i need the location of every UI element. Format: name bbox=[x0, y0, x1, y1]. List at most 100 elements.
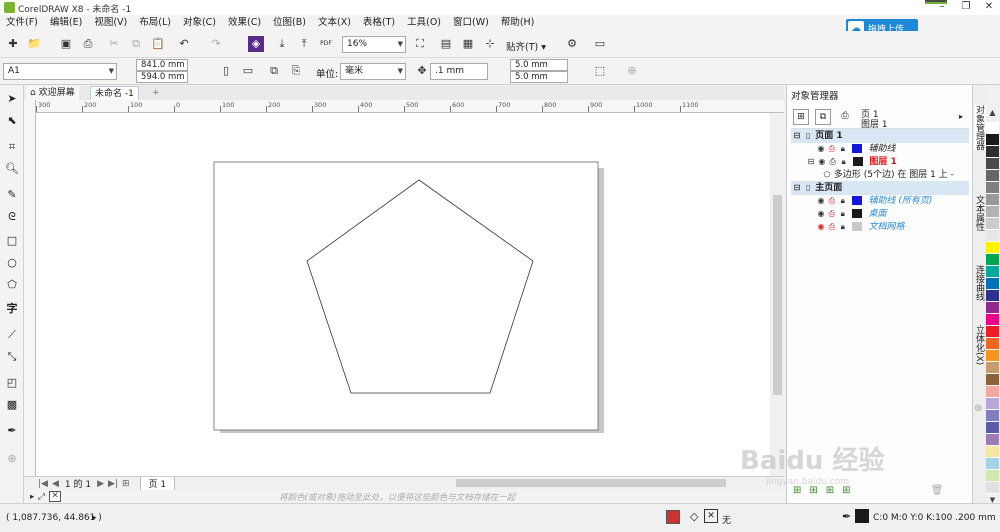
layer-color-swatch[interactable] bbox=[852, 157, 863, 166]
printer-icon[interactable]: ⎙ bbox=[829, 156, 837, 168]
minimize-button[interactable]: – bbox=[931, 0, 953, 15]
lock-icon[interactable]: 🔒︎ bbox=[839, 143, 847, 155]
eyedropper-icon[interactable]: ✒ bbox=[4, 423, 20, 439]
menu-table[interactable]: 表格(T) bbox=[357, 15, 401, 31]
drawing-canvas[interactable] bbox=[36, 113, 770, 476]
status-more-arrow-icon[interactable]: ▸ bbox=[92, 513, 97, 523]
undo-icon[interactable]: ↶ bbox=[176, 36, 192, 52]
polygon-tool-icon[interactable]: ⬠ bbox=[4, 277, 20, 293]
zoom-tool-icon[interactable]: 🔍︎ bbox=[4, 161, 20, 177]
palette-color-swatch[interactable] bbox=[986, 182, 999, 194]
layer-manager-view-icon[interactable]: ⎙ bbox=[837, 109, 853, 125]
rectangle-tool-icon[interactable]: □ bbox=[4, 233, 20, 249]
pick-tool-icon[interactable]: ➤ bbox=[4, 91, 20, 107]
collapse-icon[interactable]: ⊟ bbox=[793, 182, 801, 194]
new-document-icon[interactable]: ✚ bbox=[5, 36, 21, 52]
palette-color-swatch[interactable] bbox=[986, 410, 999, 422]
printer-icon[interactable]: ⎙ bbox=[828, 221, 836, 233]
full-screen-icon[interactable]: ⛶ bbox=[412, 36, 428, 52]
artistic-media-icon[interactable]: ᘓ bbox=[4, 209, 20, 225]
print-icon[interactable]: ⎙ bbox=[80, 36, 96, 52]
portrait-icon[interactable]: ▯ bbox=[218, 63, 234, 79]
edit-across-layers-icon[interactable]: ⧉ bbox=[815, 109, 831, 125]
tab-document[interactable]: 未命名 -1 bbox=[90, 86, 139, 100]
palette-color-swatch[interactable] bbox=[986, 386, 999, 398]
palette-color-swatch[interactable] bbox=[986, 218, 999, 230]
menu-view[interactable]: 视图(V) bbox=[88, 15, 133, 31]
zoom-level-field[interactable]: 16% ▼ bbox=[342, 36, 406, 53]
horizontal-scroll-thumb[interactable] bbox=[456, 479, 726, 487]
palette-color-swatch[interactable] bbox=[986, 350, 999, 362]
palette-color-swatch[interactable] bbox=[986, 170, 999, 182]
palette-color-swatch[interactable] bbox=[986, 434, 999, 446]
vertical-scrollbar[interactable] bbox=[770, 113, 784, 476]
duplicate-x-field[interactable]: 5.0 mm bbox=[510, 59, 568, 71]
sidetab-connector[interactable]: 连接曲线 bbox=[974, 265, 986, 301]
add-page-icon[interactable]: ⊞ bbox=[122, 479, 130, 489]
nudge-distance-field[interactable]: .1 mm bbox=[430, 63, 488, 80]
text-tool-icon[interactable]: 字 bbox=[4, 301, 20, 317]
current-page-icon[interactable]: ⎘ bbox=[288, 63, 304, 79]
tree-polygon-object[interactable]: ⬠ 多边形 (5个边) 在 图层 1 上 - bbox=[823, 169, 954, 181]
connector-tool-icon[interactable]: ⤡ bbox=[4, 349, 20, 365]
export-icon[interactable]: ⤒ bbox=[296, 36, 312, 52]
menu-edit[interactable]: 编辑(E) bbox=[44, 15, 88, 31]
palette-color-swatch[interactable] bbox=[986, 482, 999, 494]
eye-icon[interactable]: ◉ bbox=[818, 156, 826, 168]
show-rulers-icon[interactable]: ▤ bbox=[438, 36, 454, 52]
lock-icon[interactable]: 🔒︎ bbox=[839, 221, 847, 233]
palette-color-swatch[interactable] bbox=[986, 134, 999, 146]
publish-pdf-icon[interactable]: PDF bbox=[318, 36, 334, 52]
cut-icon[interactable]: ✂ bbox=[106, 36, 122, 52]
palette-color-swatch[interactable] bbox=[986, 158, 999, 170]
palette-color-swatch[interactable] bbox=[986, 362, 999, 374]
layer-color-swatch[interactable] bbox=[851, 209, 862, 218]
landscape-icon[interactable]: ▭ bbox=[240, 63, 256, 79]
palette-color-swatch[interactable] bbox=[986, 314, 999, 326]
menu-effects[interactable]: 效果(C) bbox=[222, 15, 267, 31]
add-tool-icon[interactable]: ⊕ bbox=[4, 451, 20, 467]
palette-color-swatch[interactable] bbox=[986, 206, 999, 218]
redo-icon[interactable]: ↷ bbox=[208, 36, 224, 52]
sidetab-extrude[interactable]: 立体化(X) bbox=[974, 325, 986, 365]
show-properties-icon[interactable]: ⊞ bbox=[793, 109, 809, 125]
menu-layout[interactable]: 布局(L) bbox=[133, 15, 177, 31]
layer-color-swatch[interactable] bbox=[851, 196, 862, 205]
import-icon[interactable]: ⤓ bbox=[274, 36, 290, 52]
paste-icon[interactable]: 📋 bbox=[150, 36, 166, 52]
page-next-icon[interactable]: ▶ bbox=[97, 479, 104, 489]
palette-color-swatch[interactable] bbox=[986, 266, 999, 278]
all-pages-icon[interactable]: ⧉ bbox=[266, 63, 282, 79]
page-prev-icon[interactable]: ◀ bbox=[52, 479, 59, 489]
tree-document-grid[interactable]: ◉ ⎙ 🔒︎ 文档网格 bbox=[817, 221, 905, 233]
crop-tool-icon[interactable]: ⌗ bbox=[4, 139, 20, 155]
eye-icon[interactable]: ◉ bbox=[817, 143, 825, 155]
tree-master-guides[interactable]: ◉ ⎙ 🔒︎ 辅助线 (所有页) bbox=[817, 195, 932, 207]
page-tab[interactable]: 页 1 bbox=[139, 476, 176, 491]
tab-welcome[interactable]: ⌂ 欢迎屏幕 bbox=[26, 86, 79, 100]
eye-icon[interactable]: ◉ bbox=[817, 221, 825, 233]
add-tab-button[interactable]: + bbox=[148, 86, 164, 100]
tree-layer-1[interactable]: ⊟ ◉ ⎙ 🔒︎ 图层 1 bbox=[807, 156, 897, 168]
no-fill-swatch[interactable]: ✕ bbox=[49, 491, 62, 502]
tree-desktop-layer[interactable]: ◉ ⎙ 🔒︎ 桌面 bbox=[817, 208, 887, 220]
layer-color-swatch[interactable] bbox=[851, 222, 862, 231]
menu-text[interactable]: 文本(X) bbox=[312, 15, 357, 31]
docker-menu-arrow-icon[interactable]: ▸ bbox=[959, 112, 963, 121]
drop-shadow-icon[interactable]: ◰ bbox=[4, 375, 20, 391]
add-property-icon[interactable]: ⊕ bbox=[624, 63, 640, 79]
search-content-icon[interactable]: ◈ bbox=[248, 36, 264, 52]
page-width-field[interactable]: 841.0 mm bbox=[136, 59, 188, 71]
palette-color-swatch[interactable] bbox=[986, 458, 999, 470]
tree-page-1[interactable]: ⊟ ▯ 页面 1 bbox=[793, 130, 843, 142]
treat-as-filled-icon[interactable]: ⬚ bbox=[592, 63, 608, 79]
tree-guides-layer[interactable]: ◉ ⎙ 🔒︎ 辅助线 bbox=[817, 143, 896, 155]
printer-icon[interactable]: ⎙ bbox=[828, 208, 836, 220]
page-size-select[interactable]: A1 ▼ bbox=[3, 63, 117, 80]
vertical-ruler[interactable] bbox=[24, 100, 36, 476]
palette-color-swatch[interactable] bbox=[986, 302, 999, 314]
color-proofing-icon[interactable] bbox=[666, 510, 680, 524]
page-height-field[interactable]: 594.0 mm bbox=[136, 71, 188, 83]
palette-color-swatch[interactable] bbox=[986, 422, 999, 434]
printer-icon[interactable]: ⎙ bbox=[828, 143, 836, 155]
